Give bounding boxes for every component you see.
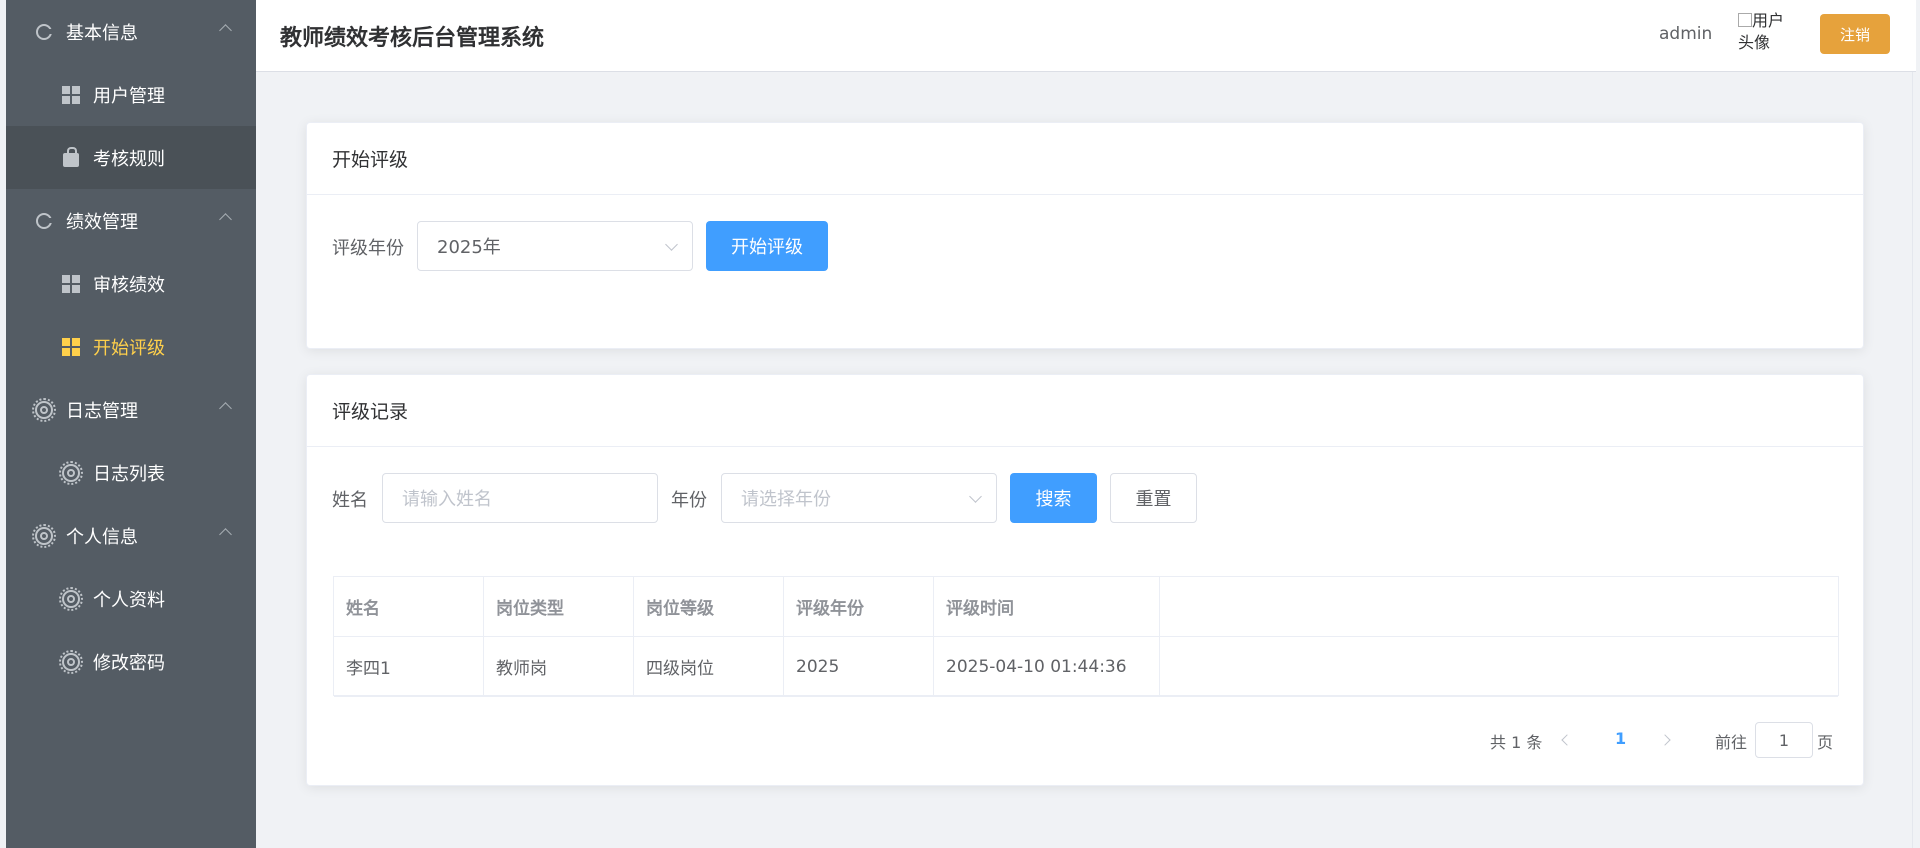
gear-icon bbox=[59, 586, 83, 611]
menu-group-label: 日志管理 bbox=[66, 400, 138, 422]
menu-group-label: 个人信息 bbox=[66, 526, 138, 548]
rating-records-card: 评级记录 姓名 请输入姓名 年份 请选择年份 搜索 重置 姓名 岗位类型 岗位等… bbox=[306, 374, 1864, 786]
shopping-bag-icon bbox=[61, 146, 81, 168]
avatar[interactable]: 用户头像 bbox=[1738, 10, 1788, 56]
gear-icon bbox=[32, 523, 56, 548]
sidebar-menu: 基本信息 用户管理 考核规则 绩效管理 审核绩效 开始评级 日志管理 日志列表 … bbox=[6, 0, 256, 848]
scrollbar[interactable] bbox=[1912, 72, 1920, 848]
column-header: 岗位类型 bbox=[484, 577, 634, 637]
table-cell: 2025 bbox=[784, 637, 934, 697]
column-header-filler bbox=[1160, 577, 1838, 637]
refresh-icon bbox=[34, 211, 54, 231]
table-cell: 李四1 bbox=[334, 637, 484, 697]
sidebar-item-log-list[interactable]: 日志列表 bbox=[6, 441, 256, 504]
start-rating-button[interactable]: 开始评级 bbox=[706, 221, 828, 271]
broken-image-icon bbox=[1738, 13, 1752, 27]
gear-icon bbox=[32, 397, 56, 422]
next-page-icon[interactable] bbox=[1659, 734, 1671, 746]
sidebar-item-profile[interactable]: 个人资料 bbox=[6, 567, 256, 630]
sidebar-item-change-password[interactable]: 修改密码 bbox=[6, 630, 256, 693]
pagination-total: 共 1 条 bbox=[1490, 733, 1543, 752]
start-rating-card: 开始评级 评级年份 2025年 开始评级 bbox=[306, 122, 1864, 349]
search-button[interactable]: 搜索 bbox=[1010, 473, 1097, 523]
card-title: 评级记录 bbox=[307, 375, 1863, 447]
username: admin bbox=[1659, 24, 1713, 44]
sidebar-item-label: 审核绩效 bbox=[93, 274, 165, 296]
prev-page-icon[interactable] bbox=[1561, 734, 1573, 746]
column-header: 评级时间 bbox=[934, 577, 1160, 637]
year-filter-label: 年份 bbox=[671, 490, 707, 511]
menu-group-personal-info[interactable]: 个人信息 bbox=[6, 504, 256, 567]
sidebar-item-label: 修改密码 bbox=[93, 652, 165, 674]
name-label: 姓名 bbox=[332, 490, 368, 511]
name-search-input[interactable]: 请输入姓名 bbox=[382, 473, 658, 523]
menu-group-label: 基本信息 bbox=[66, 22, 138, 44]
records-table: 姓名 岗位类型 岗位等级 评级年份 评级时间 李四1 教师岗 四级岗位 2025… bbox=[333, 576, 1839, 697]
chevron-up-icon bbox=[219, 212, 232, 226]
chevron-up-icon bbox=[219, 401, 232, 415]
menu-group-logs[interactable]: 日志管理 bbox=[6, 378, 256, 441]
grid-icon bbox=[61, 85, 81, 105]
app-title: 教师绩效考核后台管理系统 bbox=[280, 26, 545, 51]
menu-group-label: 绩效管理 bbox=[66, 211, 138, 233]
sidebar-item-label: 开始评级 bbox=[93, 337, 165, 359]
sidebar-item-label: 个人资料 bbox=[93, 589, 165, 611]
page-suffix: 页 bbox=[1817, 733, 1834, 752]
table-row[interactable]: 李四1 教师岗 四级岗位 2025 2025-04-10 01:44:36 bbox=[334, 637, 1838, 697]
table-cell: 四级岗位 bbox=[634, 637, 784, 697]
sidebar-item-label: 用户管理 bbox=[93, 85, 165, 107]
page-number-current[interactable]: 1 bbox=[1615, 729, 1626, 748]
card-title: 开始评级 bbox=[307, 123, 1863, 195]
column-header: 评级年份 bbox=[784, 577, 934, 637]
sidebar-item-label: 考核规则 bbox=[93, 148, 165, 170]
table-cell-filler bbox=[1160, 637, 1838, 697]
sidebar-item-label: 日志列表 bbox=[93, 463, 165, 485]
logout-button[interactable]: 注销 bbox=[1820, 14, 1890, 54]
top-header: 教师绩效考核后台管理系统 admin 用户头像 注销 bbox=[256, 0, 1916, 72]
chevron-down-icon bbox=[665, 238, 678, 251]
table-header-row: 姓名 岗位类型 岗位等级 评级年份 评级时间 bbox=[334, 577, 1838, 637]
year-select[interactable]: 2025年 bbox=[417, 221, 693, 271]
sidebar-item-review-performance[interactable]: 审核绩效 bbox=[6, 252, 256, 315]
grid-icon bbox=[61, 337, 81, 357]
grid-icon bbox=[61, 274, 81, 294]
year-select-placeholder: 请选择年份 bbox=[741, 489, 831, 510]
table-cell: 2025-04-10 01:44:36 bbox=[934, 637, 1160, 697]
year-label: 评级年份 bbox=[332, 238, 404, 259]
menu-group-basic-info[interactable]: 基本信息 bbox=[6, 0, 256, 63]
year-select-value: 2025年 bbox=[437, 237, 501, 258]
goto-label: 前往 bbox=[1715, 733, 1748, 752]
sidebar-item-user-management[interactable]: 用户管理 bbox=[6, 63, 256, 126]
chevron-up-icon bbox=[219, 23, 232, 37]
goto-page-input[interactable]: 1 bbox=[1755, 722, 1813, 758]
sidebar-item-assessment-rules[interactable]: 考核规则 bbox=[6, 126, 256, 189]
chevron-up-icon bbox=[219, 527, 232, 541]
name-input-placeholder: 请输入姓名 bbox=[402, 489, 492, 510]
sidebar-item-start-rating[interactable]: 开始评级 bbox=[6, 315, 256, 378]
column-header: 姓名 bbox=[334, 577, 484, 637]
gear-icon bbox=[59, 460, 83, 485]
column-header: 岗位等级 bbox=[634, 577, 784, 637]
chevron-down-icon bbox=[969, 490, 982, 503]
menu-group-performance[interactable]: 绩效管理 bbox=[6, 189, 256, 252]
refresh-icon bbox=[34, 22, 54, 42]
reset-button[interactable]: 重置 bbox=[1110, 473, 1197, 523]
year-filter-select[interactable]: 请选择年份 bbox=[721, 473, 997, 523]
gear-icon bbox=[59, 649, 83, 674]
table-cell: 教师岗 bbox=[484, 637, 634, 697]
